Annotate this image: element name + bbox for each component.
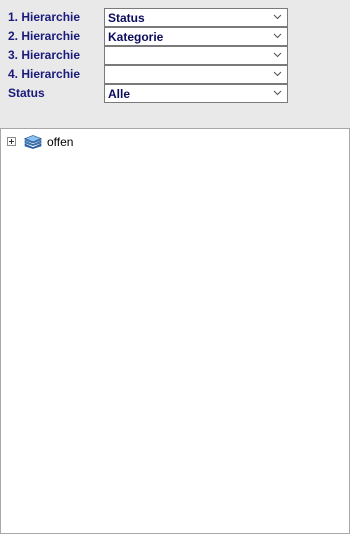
status-value: Alle	[108, 87, 131, 101]
filter-row-hierarchy-3: 3. Hierarchie	[0, 46, 350, 65]
filter-panel: 1. Hierarchie Status 2. Hierarchie Kateg…	[0, 0, 350, 128]
hierarchy-2-value: Kategorie	[108, 30, 164, 44]
status-select[interactable]: Alle	[104, 84, 288, 103]
filter-row-hierarchy-2: 2. Hierarchie Kategorie	[0, 27, 350, 46]
chevron-down-icon	[273, 33, 282, 39]
stack-icon	[24, 135, 42, 149]
tree-view[interactable]: offen	[0, 128, 350, 534]
hierarchy-4-select[interactable]	[104, 65, 288, 84]
filter-row-status: Status Alle	[0, 84, 350, 103]
hierarchy-2-label: 2. Hierarchie	[8, 29, 81, 43]
hierarchy-4-label: 4. Hierarchie	[8, 67, 81, 81]
expand-plus-icon[interactable]	[7, 137, 16, 146]
hierarchy-2-select[interactable]: Kategorie	[104, 27, 288, 46]
chevron-down-icon	[273, 14, 282, 20]
filter-row-hierarchy-1: 1. Hierarchie Status	[0, 8, 350, 27]
hierarchy-3-select[interactable]	[104, 46, 288, 65]
chevron-down-icon	[273, 71, 282, 77]
hierarchy-1-label: 1. Hierarchie	[8, 10, 81, 24]
hierarchy-3-label: 3. Hierarchie	[8, 48, 81, 62]
filter-row-hierarchy-4: 4. Hierarchie	[0, 65, 350, 84]
tree-node-label: offen	[47, 135, 74, 149]
chevron-down-icon	[273, 52, 282, 58]
hierarchy-1-value: Status	[108, 11, 145, 25]
hierarchy-1-select[interactable]: Status	[104, 8, 288, 27]
chevron-down-icon	[273, 90, 282, 96]
tree-node-offen[interactable]: offen	[7, 134, 207, 150]
status-label: Status	[8, 86, 45, 100]
